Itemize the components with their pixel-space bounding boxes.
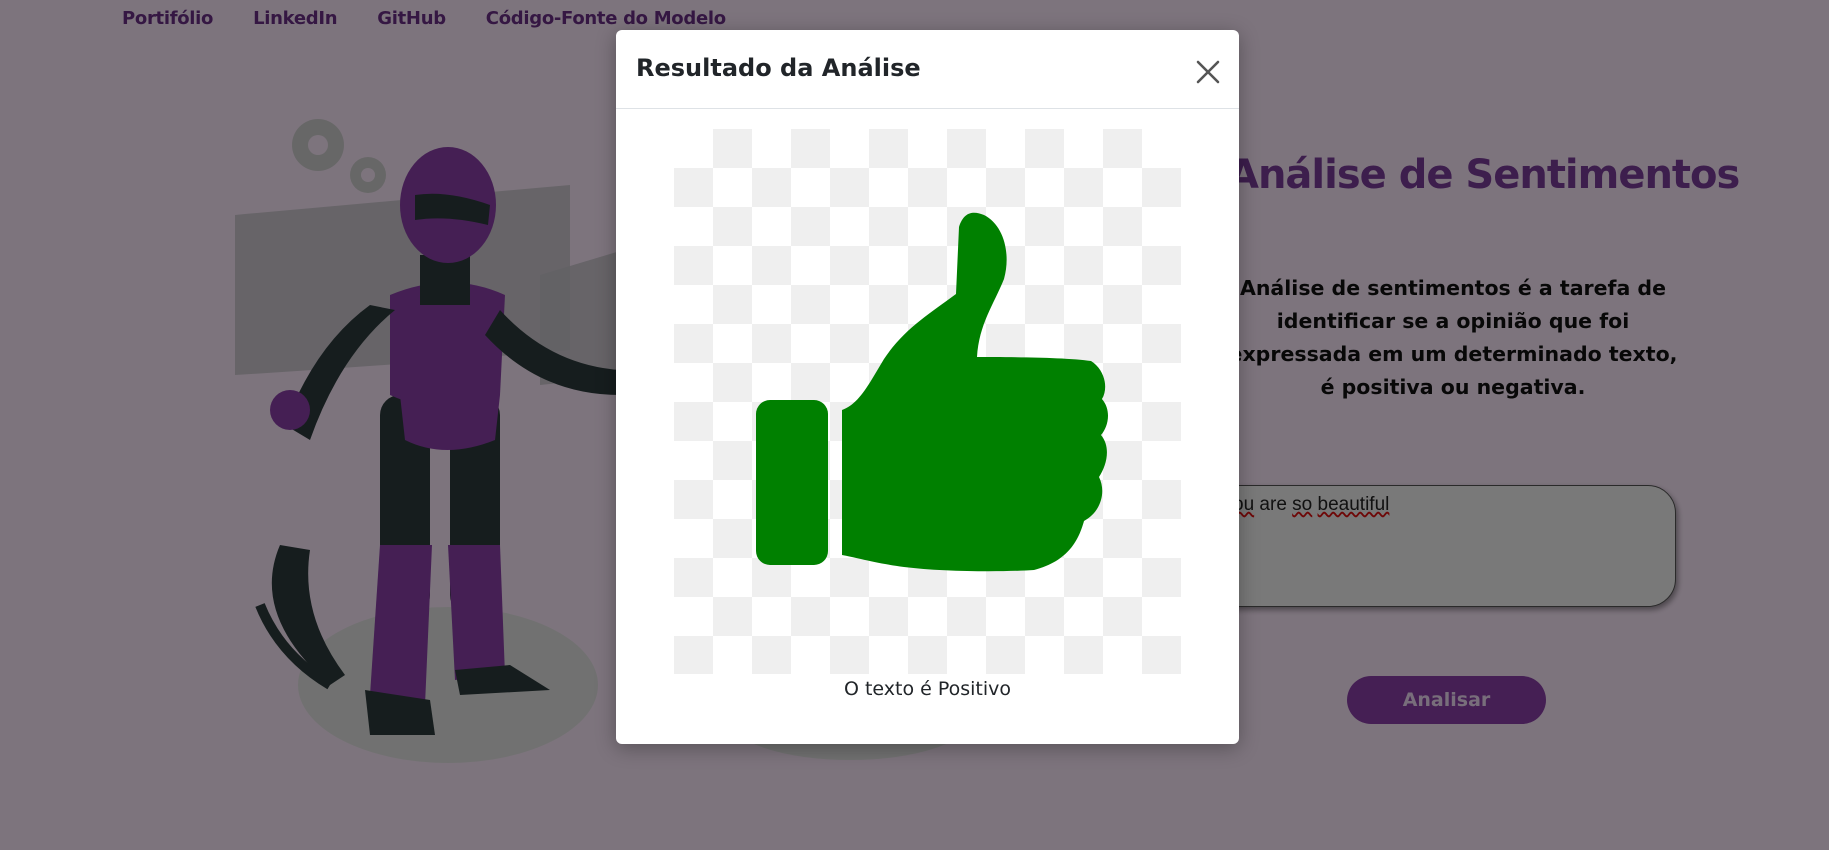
result-text: O texto é Positivo <box>843 678 1012 700</box>
result-modal: Resultado da Análise O texto é Positivo <box>616 30 1239 744</box>
modal-header: Resultado da Análise <box>616 30 1239 109</box>
thumbs-up-icon <box>674 129 1181 674</box>
modal-title: Resultado da Análise <box>636 54 921 82</box>
close-icon[interactable] <box>1191 55 1225 89</box>
